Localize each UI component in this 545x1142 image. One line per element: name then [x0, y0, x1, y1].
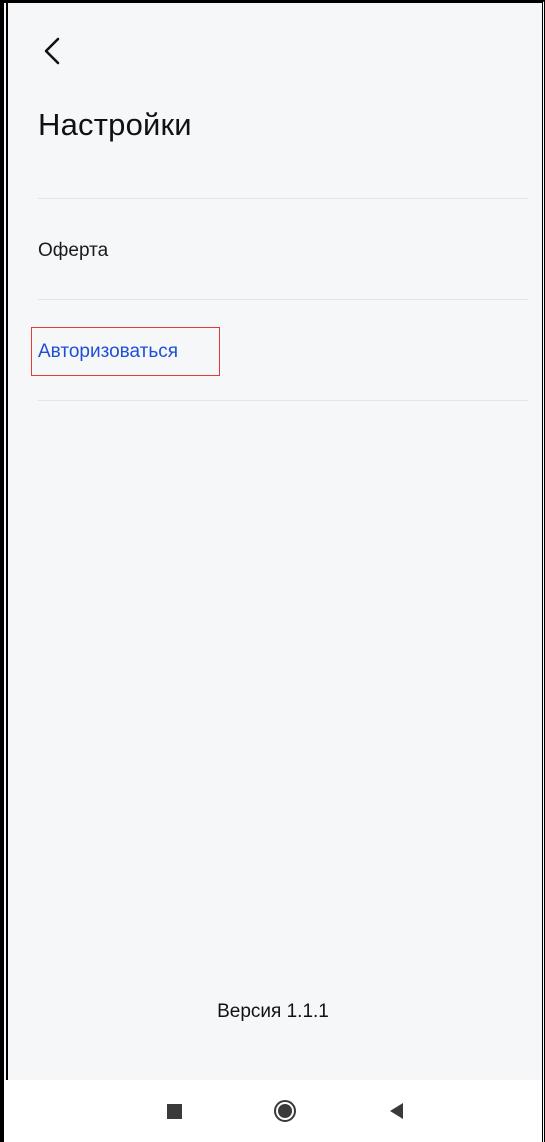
page-title: Настройки: [38, 107, 192, 142]
menu-item-offer[interactable]: Оферта: [38, 240, 108, 262]
system-back-button[interactable]: [368, 1080, 424, 1142]
recent-apps-button[interactable]: [146, 1080, 202, 1142]
back-button[interactable]: [30, 29, 74, 73]
home-button[interactable]: [257, 1080, 313, 1142]
square-icon: [166, 1103, 182, 1119]
divider: [38, 400, 528, 401]
divider: [38, 198, 528, 199]
settings-screen: Настройки Оферта Авторизоваться Версия 1…: [0, 0, 545, 1142]
version-label: Версия 1.1.1: [217, 1001, 329, 1022]
system-nav-bar: [4, 1080, 542, 1142]
divider: [38, 299, 528, 300]
authorize-link[interactable]: Авторизоваться: [38, 341, 178, 363]
circle-home-icon: [274, 1100, 296, 1122]
triangle-back-icon: [389, 1103, 403, 1119]
chevron-left-icon: [44, 37, 60, 65]
